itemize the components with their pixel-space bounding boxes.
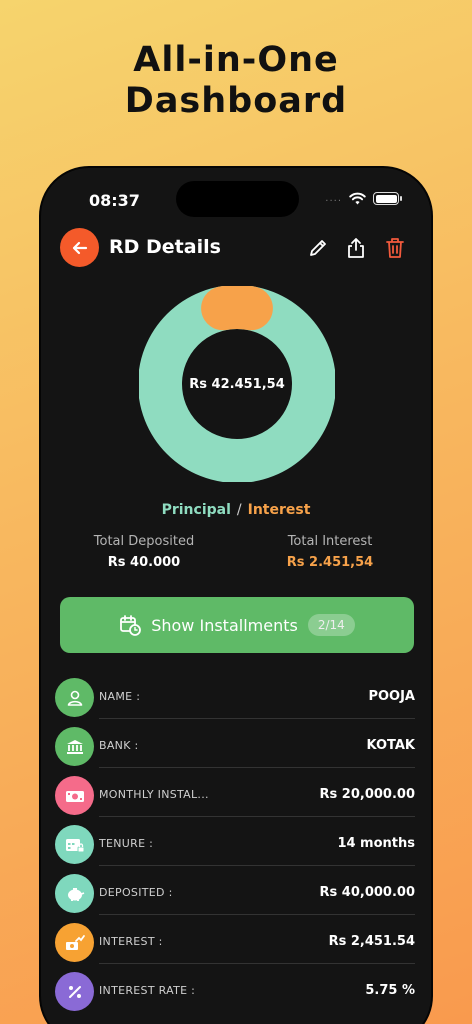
calendar-lock-icon	[55, 825, 94, 864]
total-interest-stat: Total Interest Rs 2.451,54	[245, 534, 415, 570]
dynamic-island	[176, 181, 299, 217]
detail-row-monthly-installment: MONTHLY INSTAL... Rs 20,000.00	[55, 775, 415, 824]
show-installments-label: Show Installments	[151, 615, 298, 635]
total-deposited-label: Total Deposited	[93, 534, 195, 549]
money-icon	[55, 776, 94, 815]
signal-icon: ....	[325, 193, 342, 204]
detail-row-interest: INTEREST : Rs 2,451.54	[55, 922, 415, 971]
donut-chart: Rs 42.451,54	[138, 285, 336, 483]
details-list: NAME : POOJA BANK : KOTAK MONTHLY INSTAL…	[55, 677, 415, 1020]
legend-separator: /	[236, 502, 242, 518]
status-bar: 08:37 ....	[41, 168, 431, 232]
trash-icon	[386, 238, 404, 258]
piggy-bank-icon	[55, 874, 94, 913]
promo-title: All-in-One Dashboard	[0, 40, 472, 122]
detail-value: Rs 2,451.54	[328, 934, 415, 949]
detail-key: INTEREST :	[99, 935, 163, 948]
installments-count-badge: 2/14	[307, 614, 355, 636]
battery-icon	[373, 192, 402, 205]
legend-principal: Principal	[161, 502, 231, 518]
money-growth-icon	[55, 923, 94, 962]
donut-center-total: Rs 42.451,54	[189, 376, 285, 392]
total-interest-value: Rs 2.451,54	[286, 555, 374, 570]
phone-frame: 08:37 .... RD Details Rs 42.451,54 Princ…	[39, 166, 433, 1024]
detail-row-tenure: TENURE : 14 months	[55, 824, 415, 873]
detail-key: INTEREST RATE :	[99, 984, 196, 997]
detail-value: Rs 40,000.00	[319, 885, 415, 900]
total-deposited-stat: Total Deposited Rs 40.000	[59, 534, 229, 570]
share-button[interactable]	[343, 235, 369, 261]
detail-key: MONTHLY INSTAL...	[99, 788, 209, 801]
screen-title: RD Details	[109, 236, 221, 258]
status-time: 08:37	[89, 191, 140, 210]
detail-value: Rs 20,000.00	[319, 787, 415, 802]
legend-interest: Interest	[247, 502, 311, 518]
percent-icon	[55, 972, 94, 1011]
edit-button[interactable]	[305, 235, 331, 261]
show-installments-button[interactable]: Show Installments 2/14	[60, 597, 414, 653]
share-icon	[348, 238, 364, 258]
user-icon	[55, 678, 94, 717]
detail-row-bank: BANK : KOTAK	[55, 726, 415, 775]
promo-title-line1: All-in-One	[133, 40, 339, 80]
detail-key: NAME :	[99, 690, 141, 703]
pencil-icon	[310, 240, 326, 256]
total-interest-label: Total Interest	[287, 534, 373, 549]
bank-icon	[55, 727, 94, 766]
detail-value: POOJA	[368, 689, 415, 704]
delete-button[interactable]	[382, 235, 408, 261]
arrow-left-icon	[72, 241, 87, 254]
wifi-icon	[349, 192, 366, 205]
chart-legend: Principal / Interest	[41, 502, 431, 518]
detail-key: TENURE :	[99, 837, 154, 850]
back-button[interactable]	[60, 228, 99, 267]
detail-row-interest-rate: INTEREST RATE : 5.75 %	[55, 971, 415, 1020]
detail-value: 5.75 %	[365, 983, 415, 998]
detail-key: DEPOSITED :	[99, 886, 173, 899]
total-deposited-value: Rs 40.000	[107, 555, 181, 570]
detail-value: KOTAK	[366, 738, 415, 753]
detail-row-name: NAME : POOJA	[55, 677, 415, 726]
detail-key: BANK :	[99, 739, 139, 752]
app-bar: RD Details	[41, 226, 431, 270]
calendar-clock-icon	[120, 615, 142, 636]
detail-value: 14 months	[337, 836, 415, 851]
detail-row-deposited: DEPOSITED : Rs 40,000.00	[55, 873, 415, 922]
promo-title-line2: Dashboard	[124, 81, 348, 121]
